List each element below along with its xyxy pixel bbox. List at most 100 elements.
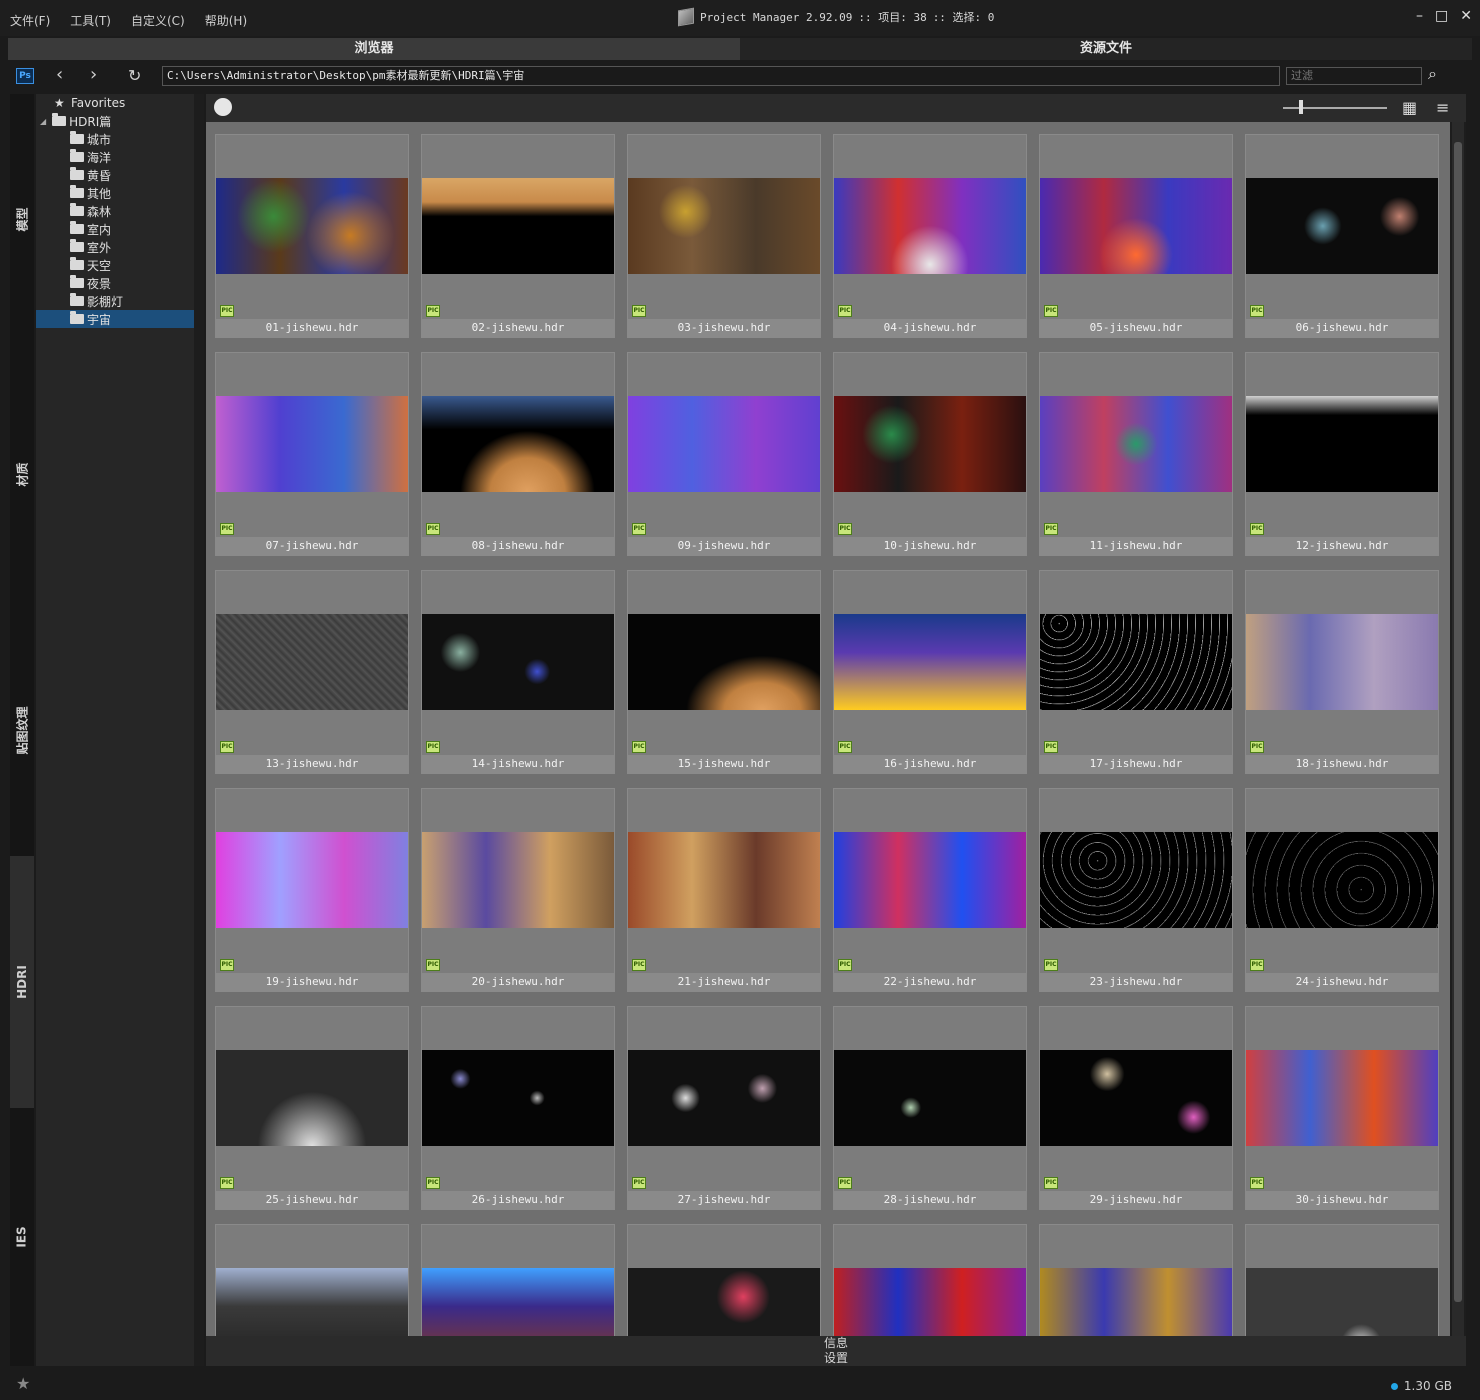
hdri-preview-image[interactable] <box>422 178 614 274</box>
hdri-preview-image[interactable] <box>422 1268 614 1336</box>
hdri-preview-image[interactable] <box>422 614 614 710</box>
tree-item[interactable]: 室内 <box>36 220 194 238</box>
thumbnail-card[interactable]: PIC 23-jishewu.hdr <box>1039 788 1233 992</box>
hdri-preview-image[interactable] <box>1246 1268 1438 1336</box>
thumbnail-card[interactable]: PIC 01-jishewu.hdr <box>215 134 409 338</box>
sidetab-textures[interactable]: 贴图纹理 <box>10 604 34 856</box>
reload-thumbnails-icon[interactable] <box>214 98 232 116</box>
thumbnail-card[interactable]: PIC 25-jishewu.hdr <box>215 1006 409 1210</box>
thumbnail-card[interactable] <box>1245 1224 1439 1336</box>
hdri-preview-image[interactable] <box>834 396 1026 492</box>
thumbnail-card[interactable]: PIC 11-jishewu.hdr <box>1039 352 1233 556</box>
tree-item[interactable]: 夜景 <box>36 274 194 292</box>
hdri-preview-image[interactable] <box>834 178 1026 274</box>
expand-arrow-icon[interactable]: ◢ <box>40 117 46 126</box>
thumbnail-card[interactable]: PIC 22-jishewu.hdr <box>833 788 1027 992</box>
hdri-preview-image[interactable] <box>216 1268 408 1336</box>
minimize-button[interactable]: – <box>1416 8 1423 24</box>
hdri-preview-image[interactable] <box>216 396 408 492</box>
menu-tools[interactable]: 工具(T) <box>70 12 111 29</box>
thumbnail-card[interactable] <box>1039 1224 1233 1336</box>
tree-item[interactable]: 室外 <box>36 238 194 256</box>
hdri-preview-image[interactable] <box>422 1050 614 1146</box>
filter-input[interactable]: 过滤 <box>1286 67 1422 85</box>
thumbnail-card[interactable]: PIC 08-jishewu.hdr <box>421 352 615 556</box>
sort-icon[interactable]: ≡ <box>1436 98 1449 117</box>
sidetab-materials[interactable]: 材质 <box>10 344 34 604</box>
star-icon[interactable]: ★ <box>16 1374 30 1393</box>
thumbnail-card[interactable]: PIC 07-jishewu.hdr <box>215 352 409 556</box>
tree-root[interactable]: ◢ HDRI篇 <box>36 112 194 130</box>
hdri-preview-image[interactable] <box>1246 1050 1438 1146</box>
hdri-preview-image[interactable] <box>216 832 408 928</box>
hdri-preview-image[interactable] <box>628 396 820 492</box>
hdri-preview-image[interactable] <box>422 396 614 492</box>
thumbnail-card[interactable]: PIC 13-jishewu.hdr <box>215 570 409 774</box>
thumbnail-card[interactable]: PIC 18-jishewu.hdr <box>1245 570 1439 774</box>
thumbnail-card[interactable]: PIC 14-jishewu.hdr <box>421 570 615 774</box>
hdri-preview-image[interactable] <box>628 178 820 274</box>
info-panel-toggle[interactable]: 信息 <box>206 1336 1466 1351</box>
thumbnail-card[interactable]: PIC 06-jishewu.hdr <box>1245 134 1439 338</box>
thumbnail-card[interactable]: PIC 12-jishewu.hdr <box>1245 352 1439 556</box>
hdri-preview-image[interactable] <box>1246 396 1438 492</box>
thumbnail-card[interactable] <box>833 1224 1027 1336</box>
path-input[interactable]: C:\Users\Administrator\Desktop\pm素材最新更新\… <box>162 66 1280 86</box>
thumbnail-card[interactable]: PIC 05-jishewu.hdr <box>1039 134 1233 338</box>
tree-favorites[interactable]: ★ Favorites <box>36 94 194 112</box>
hdri-preview-image[interactable] <box>834 614 1026 710</box>
hdri-preview-image[interactable] <box>1246 178 1438 274</box>
thumbnail-card[interactable]: PIC 17-jishewu.hdr <box>1039 570 1233 774</box>
hdri-preview-image[interactable] <box>1040 1268 1232 1336</box>
refresh-icon[interactable]: ↻ <box>128 66 141 85</box>
maximize-button[interactable]: □ <box>1435 8 1448 24</box>
back-button[interactable]: ‹ <box>56 64 63 85</box>
vertical-scrollbar[interactable] <box>1452 122 1464 1336</box>
tree-item[interactable]: 影棚灯 <box>36 292 194 310</box>
hdri-preview-image[interactable] <box>216 614 408 710</box>
tree-item[interactable]: 天空 <box>36 256 194 274</box>
hdri-preview-image[interactable] <box>628 1050 820 1146</box>
hdri-preview-image[interactable] <box>628 832 820 928</box>
thumbnail-card[interactable]: PIC 10-jishewu.hdr <box>833 352 1027 556</box>
tab-asset-files[interactable]: 资源文件 <box>740 38 1472 60</box>
sidetab-ies[interactable]: IES <box>10 1108 34 1366</box>
thumbnail-card[interactable] <box>215 1224 409 1336</box>
slider-handle[interactable] <box>1299 100 1303 114</box>
panel-splitter[interactable] <box>194 94 204 1366</box>
hdri-preview-image[interactable] <box>628 614 820 710</box>
photoshop-icon[interactable]: Ps <box>16 68 34 84</box>
menu-help[interactable]: 帮助(H) <box>205 12 247 29</box>
forward-button[interactable]: › <box>90 64 97 85</box>
hdri-preview-image[interactable] <box>834 832 1026 928</box>
grid-view-icon[interactable]: ▦ <box>1402 100 1417 116</box>
hdri-preview-image[interactable] <box>1246 832 1438 928</box>
search-icon[interactable]: ⌕ <box>1428 64 1437 84</box>
thumbnail-card[interactable]: PIC 19-jishewu.hdr <box>215 788 409 992</box>
hdri-preview-image[interactable] <box>628 1268 820 1336</box>
hdri-preview-image[interactable] <box>216 178 408 274</box>
hdri-preview-image[interactable] <box>1040 1050 1232 1146</box>
menu-file[interactable]: 文件(F) <box>10 12 50 29</box>
thumbnail-card[interactable]: PIC 30-jishewu.hdr <box>1245 1006 1439 1210</box>
tree-item-selected[interactable]: 宇宙 <box>36 310 194 328</box>
thumbnail-card[interactable]: PIC 29-jishewu.hdr <box>1039 1006 1233 1210</box>
tab-browser[interactable]: 浏览器 <box>8 38 740 60</box>
thumbnail-card[interactable] <box>627 1224 821 1336</box>
thumbnail-card[interactable]: PIC 24-jishewu.hdr <box>1245 788 1439 992</box>
thumbnail-card[interactable]: PIC 16-jishewu.hdr <box>833 570 1027 774</box>
thumbnail-card[interactable]: PIC 28-jishewu.hdr <box>833 1006 1027 1210</box>
hdri-preview-image[interactable] <box>1040 614 1232 710</box>
hdri-preview-image[interactable] <box>422 832 614 928</box>
thumbnail-card[interactable]: PIC 02-jishewu.hdr <box>421 134 615 338</box>
thumbnail-card[interactable]: PIC 15-jishewu.hdr <box>627 570 821 774</box>
hdri-preview-image[interactable] <box>834 1050 1026 1146</box>
sidetab-hdri[interactable]: HDRI <box>10 856 34 1108</box>
thumbnail-card[interactable]: PIC 09-jishewu.hdr <box>627 352 821 556</box>
tree-item[interactable]: 海洋 <box>36 148 194 166</box>
scrollbar-thumb[interactable] <box>1454 142 1462 1302</box>
menu-customize[interactable]: 自定义(C) <box>131 12 185 29</box>
hdri-preview-image[interactable] <box>1040 178 1232 274</box>
tree-item[interactable]: 城市 <box>36 130 194 148</box>
thumbnail-card[interactable] <box>421 1224 615 1336</box>
